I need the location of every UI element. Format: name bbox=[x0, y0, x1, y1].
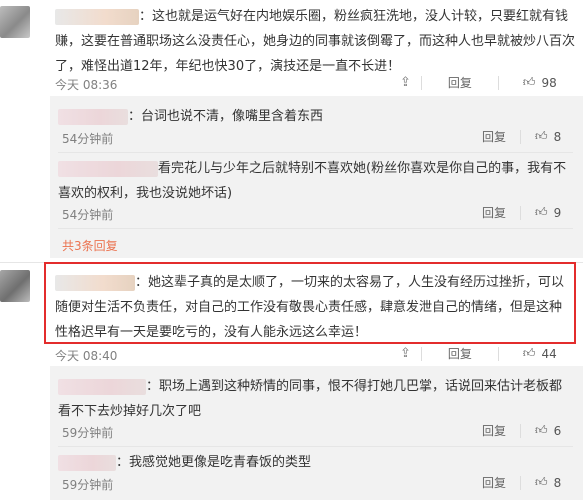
like-count: 8 bbox=[553, 129, 562, 144]
reply-time: 59分钟前 bbox=[62, 478, 114, 492]
reply-text: ：台词也说不清，像嘴里含着东西 bbox=[128, 109, 324, 124]
divider bbox=[58, 228, 573, 229]
share-icon[interactable]: ⇪ bbox=[400, 75, 411, 90]
reply-time: 54分钟前 bbox=[62, 208, 114, 222]
thumbs-up-icon: 👍︎ bbox=[535, 129, 548, 143]
divider bbox=[58, 446, 573, 447]
like-button[interactable]: 👍︎ 9 bbox=[521, 205, 561, 220]
reply-text: ：我感觉她更像是吃青春饭的类型 bbox=[116, 455, 312, 470]
username-blurred[interactable] bbox=[58, 160, 158, 177]
reply-button[interactable]: 回复 bbox=[482, 422, 520, 439]
avatar[interactable] bbox=[0, 6, 30, 38]
username-blurred[interactable] bbox=[58, 378, 146, 395]
like-button[interactable]: 👍︎ 44 bbox=[509, 346, 557, 361]
comment-time: 今天 08:40 bbox=[55, 349, 118, 363]
like-count: 9 bbox=[553, 205, 562, 220]
divider bbox=[497, 75, 499, 90]
more-replies-link[interactable]: 共3条回复 bbox=[62, 237, 118, 254]
comment-body: ：她这辈子真的是太顺了，一切来的太容易了，人生没有经历过挫折，可以随便对生活不负… bbox=[55, 270, 571, 345]
reply-time: 54分钟前 bbox=[62, 132, 114, 146]
avatar[interactable] bbox=[0, 270, 30, 302]
reply-list: ：台词也说不清，像嘴里含着东西 54分钟前 回复 👍︎ 8 看完花儿与少年之后就… bbox=[50, 96, 583, 258]
reply-item: 看完花儿与少年之后就特别不喜欢她(粉丝你喜欢是你自己的事，我有不喜欢的权利，我也… bbox=[58, 156, 573, 206]
divider bbox=[420, 75, 422, 90]
comment-body: ：这也就是运气好在内地娱乐圈，粉丝疯狂洗地，没人计较，只要红就有钱赚，这要在普通… bbox=[55, 4, 575, 79]
like-button[interactable]: 👍︎ 98 bbox=[509, 75, 557, 90]
like-count: 98 bbox=[541, 75, 557, 90]
like-count: 44 bbox=[541, 346, 557, 361]
divider bbox=[58, 152, 573, 153]
reply-button[interactable]: 回复 bbox=[432, 345, 488, 362]
reply-button[interactable]: 回复 bbox=[482, 128, 520, 145]
comment-time: 今天 08:36 bbox=[55, 78, 118, 92]
username-blurred[interactable] bbox=[55, 274, 135, 291]
reply-button[interactable]: 回复 bbox=[482, 204, 520, 221]
username-blurred[interactable] bbox=[55, 8, 139, 25]
like-button[interactable]: 👍︎ 8 bbox=[521, 475, 561, 490]
thumbs-up-icon: 👍︎ bbox=[522, 346, 536, 360]
reply-item: ：我感觉她更像是吃青春饭的类型 bbox=[58, 450, 563, 475]
thumbs-up-icon: 👍︎ bbox=[535, 423, 548, 437]
like-button[interactable]: 👍︎ 8 bbox=[521, 129, 561, 144]
thumbs-up-icon: 👍︎ bbox=[535, 205, 548, 219]
like-count: 6 bbox=[553, 423, 562, 438]
reply-time: 59分钟前 bbox=[62, 426, 114, 440]
username-blurred[interactable] bbox=[58, 108, 128, 125]
reply-button[interactable]: 回复 bbox=[482, 474, 520, 491]
thumbs-up-icon: 👍︎ bbox=[535, 475, 548, 489]
divider bbox=[420, 346, 422, 361]
reply-item: ：职场上遇到这种矫情的同事，恨不得打她几巴掌，话说回来估计老板都看不下去炒掉好几… bbox=[58, 374, 563, 424]
thumbs-up-icon: 👍︎ bbox=[522, 75, 536, 89]
reply-button[interactable]: 回复 bbox=[432, 74, 488, 91]
username-blurred[interactable] bbox=[58, 454, 116, 471]
reply-item: ：台词也说不清，像嘴里含着东西 bbox=[58, 104, 573, 129]
like-count: 8 bbox=[553, 475, 562, 490]
divider bbox=[497, 346, 499, 361]
like-button[interactable]: 👍︎ 6 bbox=[521, 423, 561, 438]
share-icon[interactable]: ⇪ bbox=[400, 346, 411, 361]
reply-list: ：职场上遇到这种矫情的同事，恨不得打她几巴掌，话说回来估计老板都看不下去炒掉好几… bbox=[50, 366, 583, 500]
